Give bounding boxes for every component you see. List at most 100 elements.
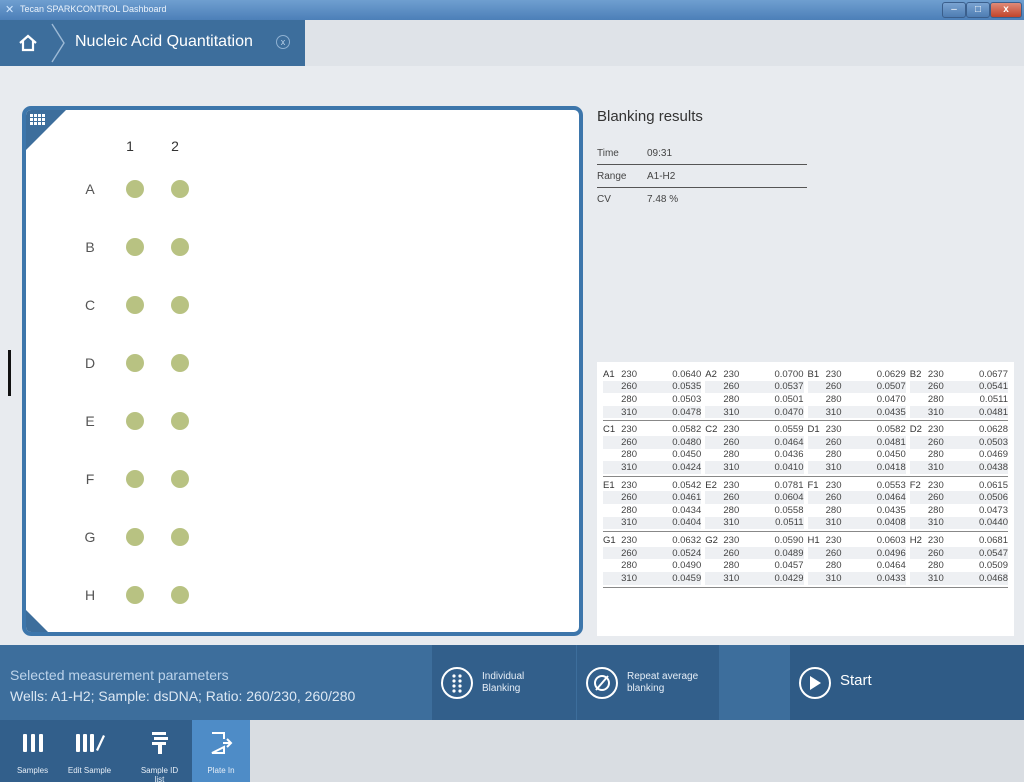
results-line: 280 0.0450 (603, 449, 701, 462)
plate-well[interactable] (126, 180, 144, 198)
plate-well[interactable] (171, 238, 189, 256)
well-id: C2 (705, 424, 718, 436)
results-line: 280 0.0457 (705, 559, 803, 572)
absorbance-value: 0.0509 (978, 560, 1008, 572)
well-id: G2 (705, 534, 718, 546)
minimize-button[interactable]: – (942, 2, 966, 18)
plate-row-header[interactable]: G (80, 529, 100, 545)
maximize-button[interactable]: □ (966, 2, 990, 18)
samples-button[interactable]: Samples (10, 720, 55, 782)
wavelength: 280 (621, 449, 637, 461)
start-label: Start (840, 672, 872, 689)
close-window-button[interactable]: x (990, 2, 1022, 18)
wavelength: 310 (927, 517, 944, 529)
well-id: H2 (909, 534, 922, 546)
results-line: 260 0.0480 (603, 435, 702, 449)
results-line: 310 0.0468 (909, 571, 1008, 585)
side-handle[interactable] (8, 350, 11, 396)
plate-well[interactable] (126, 528, 144, 546)
close-page-button[interactable]: x (276, 35, 290, 49)
plate-row-header[interactable]: F (80, 471, 100, 487)
wavelength: 280 (927, 560, 944, 572)
wavelength: 230 (825, 479, 842, 491)
results-line: F1 230 0.0553 (808, 479, 906, 492)
results-well-cell: H2 230 0.0681 260 0.0547 280 0.0509 310 0.0468 (909, 534, 1008, 585)
results-line: E1 230 0.0542 (603, 479, 701, 492)
plate-row-header[interactable]: B (80, 239, 100, 255)
bottom-toolbar: Samples Edit Sample Sample ID list Plate … (0, 720, 1024, 782)
absorbance-value: 0.0700 (774, 368, 804, 380)
wavelength: 310 (723, 406, 740, 418)
plate-well[interactable] (171, 180, 189, 198)
results-line: 280 0.0435 (808, 504, 906, 517)
edit-sample-label: Edit Sample (67, 766, 112, 775)
window-title: Tecan SPARKCONTROL Dashboard (20, 4, 167, 14)
well-id: E1 (603, 479, 615, 491)
plate-in-button[interactable]: Plate In (192, 720, 250, 782)
app-header: Nucleic Acid Quantitation x (0, 20, 1024, 66)
individual-blanking-label: Individual Blanking (482, 671, 525, 694)
plate-well[interactable] (126, 412, 144, 430)
well-id: B1 (807, 368, 820, 380)
absorbance-value: 0.0553 (876, 479, 906, 491)
repeat-average-blanking-button[interactable]: Repeat average blanking (577, 645, 719, 720)
plate-row-header[interactable]: H (80, 587, 100, 603)
wavelength: 310 (927, 572, 944, 584)
absorbance-value: 0.0629 (876, 368, 906, 380)
absorbance-value: 0.0481 (978, 406, 1008, 418)
plate-well[interactable] (126, 238, 144, 256)
range-label: Range (597, 171, 627, 182)
edit-sample-icon (67, 728, 112, 758)
plate-row-header[interactable]: C (80, 297, 100, 313)
plate-well[interactable] (126, 470, 144, 488)
absorbance-value: 0.0450 (876, 449, 906, 461)
wavelength: 260 (927, 436, 944, 448)
results-line: G2 230 0.0590 (705, 534, 803, 547)
plate-row-header[interactable]: A (80, 181, 100, 197)
results-row-group: G1 230 0.0632 260 0.0524 280 0.0490 310 0.0459 G2… (603, 532, 1008, 588)
results-line: 280 0.0434 (603, 504, 701, 517)
results-line: C2 230 0.0559 (705, 423, 803, 436)
plate-well[interactable] (171, 528, 189, 546)
plate-column-header[interactable]: 1 (120, 138, 140, 154)
absorbance-value: 0.0503 (978, 436, 1008, 448)
absorbance-value: 0.0781 (774, 479, 804, 491)
plate-well[interactable] (126, 296, 144, 314)
plate-well[interactable] (126, 354, 144, 372)
wavelength: 280 (621, 393, 637, 405)
plate-column-header[interactable]: 2 (165, 138, 185, 154)
results-line: D2 230 0.0628 (910, 423, 1008, 436)
absorbance-value: 0.0450 (672, 449, 702, 461)
absorbance-value: 0.0503 (672, 393, 702, 405)
individual-blanking-button[interactable]: Individual Blanking (432, 645, 576, 720)
plate-row-header[interactable]: D (80, 355, 100, 371)
sample-id-button[interactable]: Sample ID list (137, 720, 182, 782)
start-button[interactable]: Start (790, 645, 1024, 720)
results-line: 260 0.0481 (807, 435, 906, 449)
absorbance-value: 0.0559 (774, 424, 804, 436)
plate-well[interactable] (126, 586, 144, 604)
edit-sample-button[interactable]: Edit Sample (67, 720, 112, 782)
results-line: 260 0.0464 (807, 491, 906, 504)
plate-well[interactable] (171, 586, 189, 604)
results-line: 280 0.0436 (705, 449, 803, 462)
absorbance-value: 0.0436 (774, 449, 804, 461)
plate-well[interactable] (171, 412, 189, 430)
results-line: 310 0.0410 (705, 461, 804, 474)
plate-row-header[interactable]: E (80, 413, 100, 429)
plate-well[interactable] (171, 354, 189, 372)
wavelength: 230 (621, 368, 637, 380)
absorbance-value: 0.0628 (978, 424, 1008, 436)
results-line: 260 0.0461 (603, 491, 702, 504)
wavelength: 310 (825, 406, 842, 418)
plate-well[interactable] (171, 470, 189, 488)
well-id: B2 (909, 368, 922, 380)
results-line: D1 230 0.0582 (808, 423, 906, 436)
absorbance-value: 0.0542 (672, 479, 702, 491)
results-line: A1 230 0.0640 (603, 368, 701, 381)
plate-well[interactable] (171, 296, 189, 314)
results-well-cell: D2 230 0.0628 260 0.0503 280 0.0469 310 0.0438 (909, 423, 1008, 474)
absorbance-value: 0.0496 (876, 547, 906, 559)
results-line: 310 0.0429 (705, 571, 804, 585)
plate-grid-icon[interactable] (30, 114, 46, 126)
